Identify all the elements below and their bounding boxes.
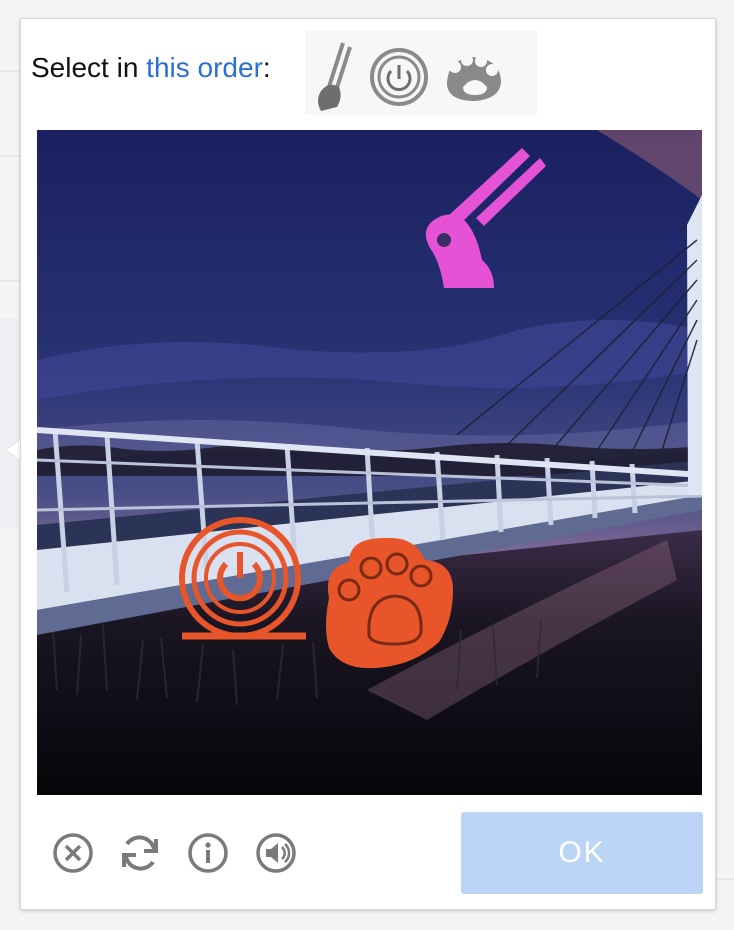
audio-button[interactable] <box>254 831 298 875</box>
captcha-image[interactable] <box>37 130 702 795</box>
close-icon <box>53 833 93 873</box>
instruction-prefix: Select in <box>31 52 147 83</box>
info-button[interactable] <box>186 831 230 875</box>
close-button[interactable] <box>51 831 95 875</box>
background-divider <box>0 280 20 282</box>
captcha-popup: Select in this order: OK <box>20 18 716 910</box>
background-divider <box>0 70 20 72</box>
background-panel <box>0 318 20 528</box>
power-disc-icon <box>370 48 428 106</box>
instruction-suffix: : <box>262 52 271 83</box>
refresh-button[interactable] <box>118 831 162 875</box>
speaker-icon <box>256 833 296 873</box>
captcha-instruction: Select in this order: <box>31 53 271 83</box>
this-order-link[interactable]: this order <box>146 52 263 83</box>
popup-pointer <box>6 440 20 460</box>
paw-icon <box>447 54 501 101</box>
order-hint-strip <box>305 31 537 115</box>
refresh-icon <box>122 835 158 871</box>
background-divider <box>0 155 20 157</box>
background-divider <box>716 878 734 880</box>
ok-button[interactable]: OK <box>461 812 703 894</box>
info-icon <box>188 833 228 873</box>
brush-icon <box>318 42 352 111</box>
